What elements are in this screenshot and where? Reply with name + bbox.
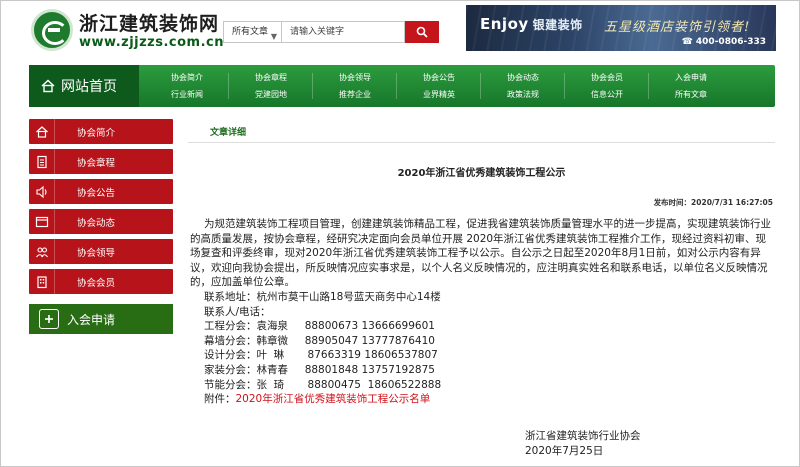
home-icon bbox=[35, 125, 48, 138]
chevron-down-icon: ▼ bbox=[270, 32, 277, 41]
section-tab: 文章详细 bbox=[210, 128, 247, 138]
contact-line: 幕墙分会：韩章微 88905047 13777876410 bbox=[204, 334, 435, 347]
sidebar-item-news[interactable]: 协会动态 bbox=[29, 209, 173, 234]
sidebar-item-label: 协会章程 bbox=[77, 157, 116, 169]
attachment-link[interactable]: 2020年浙江省优秀建筑装饰工程公示名单 bbox=[236, 393, 431, 405]
nav-column: 协会章程 党建园地 bbox=[229, 69, 313, 103]
header-banner-ad[interactable]: Enjoy 银建装饰 五星级酒店装饰引领者! ☎ 400-0806-333 bbox=[466, 5, 776, 51]
main-nav: 网站首页 协会简介 行业新闻 协会章程 党建园地 协会领导 推荐企业 协会公告 … bbox=[29, 65, 775, 107]
signature-org: 浙江省建筑装饰行业协会 bbox=[525, 430, 641, 442]
document-icon bbox=[36, 155, 47, 168]
users-icon bbox=[35, 246, 48, 257]
nav-column: 协会动态 政策法规 bbox=[481, 69, 565, 103]
contact-line: 家装分会：林青春 88801848 13757192875 bbox=[204, 363, 435, 376]
search-scope-select[interactable]: 所有文章 ▼ bbox=[223, 21, 281, 43]
building-icon bbox=[36, 275, 47, 288]
sidebar-item-label: 协会领导 bbox=[77, 247, 116, 259]
search-input[interactable]: 请输入关键字 bbox=[281, 21, 405, 43]
banner-brand: Enjoy 银建装饰 bbox=[480, 15, 583, 33]
nav-item[interactable]: 协会会员 bbox=[565, 69, 649, 86]
article-paragraph: 为规范建筑装饰工程项目管理，创建建筑装饰精品工程，促进我省建筑装饰质量管理水平的… bbox=[190, 218, 771, 289]
sidebar-item-label: 协会公告 bbox=[77, 187, 116, 199]
search-bar: 所有文章 ▼ 请输入关键字 bbox=[223, 21, 439, 43]
sidebar-item-leaders[interactable]: 协会领导 bbox=[29, 239, 173, 264]
nav-column: 协会会员 信息公开 bbox=[565, 69, 649, 103]
nav-item[interactable]: 协会简介 bbox=[145, 69, 229, 86]
site-url: www.zjjzzs.com.cn bbox=[79, 35, 225, 50]
nav-item[interactable]: 协会动态 bbox=[481, 69, 565, 86]
site-header: 浙江建筑装饰网 www.zjjzzs.com.cn 所有文章 ▼ 请输入关键字 … bbox=[1, 1, 800, 59]
nav-column: 协会领导 推荐企业 bbox=[313, 69, 397, 103]
nav-item[interactable]: 政策法规 bbox=[481, 86, 565, 103]
join-application-label: 入会申请 bbox=[67, 312, 116, 327]
search-button[interactable] bbox=[405, 21, 439, 43]
nav-item[interactable]: 协会领导 bbox=[313, 69, 397, 86]
nav-home[interactable]: 网站首页 bbox=[29, 65, 139, 107]
nav-column: 协会简介 行业新闻 bbox=[145, 69, 229, 103]
contact-line: 工程分会：袁海泉 88800673 13666699601 bbox=[204, 320, 435, 333]
article-body: 为规范建筑装饰工程项目管理，创建建筑装饰精品工程，促进我省建筑装饰质量管理水平的… bbox=[190, 217, 776, 407]
attachment-label: 附件： bbox=[204, 393, 236, 406]
sidebar-item-label: 协会动态 bbox=[77, 217, 116, 229]
contact-line: 设计分会：叶 琳 87663319 18606537807 bbox=[204, 349, 438, 362]
sidebar-item-intro[interactable]: 协会简介 bbox=[29, 119, 173, 144]
home-icon bbox=[41, 79, 55, 93]
banner-slogan: 五星级酒店装饰引领者! bbox=[604, 20, 751, 35]
nav-item[interactable]: 协会公告 bbox=[397, 69, 481, 86]
sidebar-item-label: 协会简介 bbox=[77, 127, 116, 139]
nav-item[interactable]: 所有文章 bbox=[649, 86, 733, 103]
logo-emblem-icon bbox=[31, 9, 73, 51]
contact-address: 联系地址：杭州市莫干山路18号蓝天商务中心14楼 bbox=[204, 290, 441, 303]
signature-block: 浙江省建筑装饰行业协会 2020年7月25日 bbox=[525, 429, 641, 459]
nav-column: 入会申请 所有文章 bbox=[649, 69, 733, 103]
sidebar-item-label: 协会会员 bbox=[77, 277, 116, 289]
article-title: 2020年浙江省优秀建筑装饰工程公示 bbox=[397, 168, 566, 179]
join-application-button[interactable]: 入会申请 bbox=[29, 304, 173, 334]
search-scope-value: 所有文章 bbox=[232, 27, 269, 37]
contact-line: 节能分会：张 琦 88800475 18606522888 bbox=[204, 378, 442, 391]
site-logo[interactable]: 浙江建筑装饰网 www.zjjzzs.com.cn bbox=[31, 7, 231, 53]
nav-item[interactable]: 业界精英 bbox=[397, 86, 481, 103]
nav-item[interactable]: 党建园地 bbox=[229, 86, 313, 103]
search-icon bbox=[416, 26, 428, 38]
attachment-line: 附件：2020年浙江省优秀建筑装饰工程公示名单 bbox=[190, 392, 776, 407]
window-icon bbox=[35, 216, 48, 227]
sidebar-item-members[interactable]: 协会会员 bbox=[29, 269, 173, 294]
nav-item[interactable]: 入会申请 bbox=[649, 69, 733, 86]
nav-item[interactable]: 行业新闻 bbox=[145, 86, 229, 103]
nav-item[interactable]: 推荐企业 bbox=[313, 86, 397, 103]
contact-label: 联系人/电话： bbox=[204, 305, 271, 318]
sidebar-item-charter[interactable]: 协会章程 bbox=[29, 149, 173, 174]
sidebar-item-notice[interactable]: 协会公告 bbox=[29, 179, 173, 204]
nav-item[interactable]: 信息公开 bbox=[565, 86, 649, 103]
plus-icon bbox=[39, 309, 59, 329]
signature-date: 2020年7月25日 bbox=[525, 445, 604, 457]
speaker-icon bbox=[35, 185, 47, 198]
site-name: 浙江建筑装饰网 bbox=[79, 13, 220, 35]
nav-home-label: 网站首页 bbox=[61, 79, 117, 95]
publish-time: 发布时间：2020/7/31 16:27:05 bbox=[653, 198, 773, 207]
banner-phone: ☎ 400-0806-333 bbox=[681, 37, 766, 47]
content-header: 文章详细 bbox=[188, 121, 775, 143]
nav-column: 协会公告 业界精英 bbox=[397, 69, 481, 103]
nav-item[interactable]: 协会章程 bbox=[229, 69, 313, 86]
